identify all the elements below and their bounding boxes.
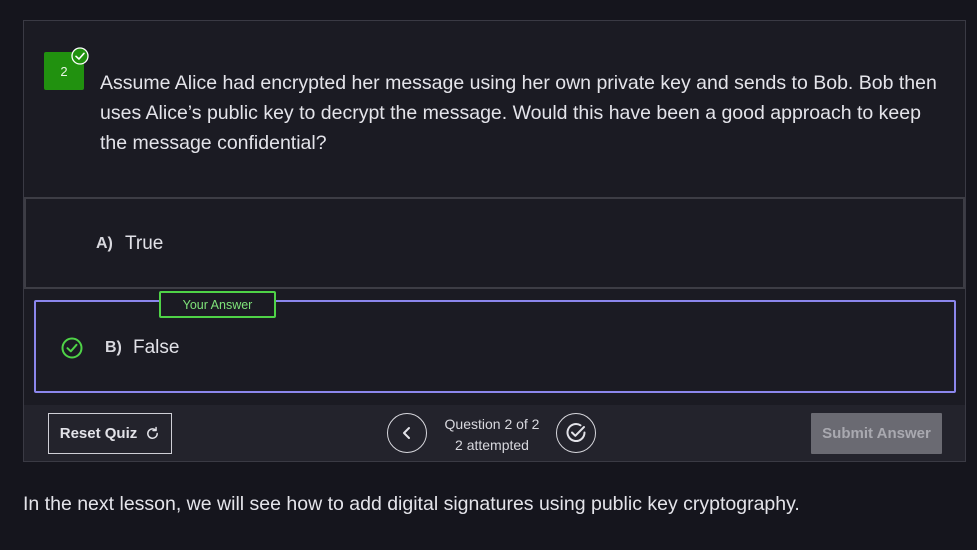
option-a[interactable]: A) True [24,197,965,289]
check-answers-button[interactable] [556,413,596,453]
check-circle-icon [566,423,586,442]
refresh-icon [147,426,159,439]
submit-answer-button[interactable]: Submit Answer [811,413,942,454]
option-b-text: False [133,337,180,358]
question-text: Assume Alice had encrypted her message u… [100,72,937,154]
attempted-count: 2 attempted [455,437,529,453]
option-a-letter: A) [96,235,113,252]
chevron-left-icon [403,427,410,439]
reset-quiz-button[interactable]: Reset Quiz [48,413,172,454]
question-progress-text: Question 2 of 2 [444,416,540,432]
question-number: 2 [60,63,68,79]
previous-question-button[interactable] [387,413,427,453]
quiz-footer: Reset Quiz Question 2 of 2 2 attempted S… [24,405,965,461]
option-b-letter: B) [105,339,122,356]
your-answer-badge: Your Answer [159,291,276,318]
lesson-paragraph: In the next lesson, we will see how to a… [23,493,800,515]
question-progress: Question 2 of 2 2 attempted [436,414,548,456]
quiz-widget: 2 Assume Alice had encrypted her message… [23,20,966,462]
reset-quiz-label: Reset Quiz [59,425,138,442]
correct-check-icon [61,337,83,359]
answered-check-icon [71,47,89,65]
option-a-text: True [125,233,164,254]
